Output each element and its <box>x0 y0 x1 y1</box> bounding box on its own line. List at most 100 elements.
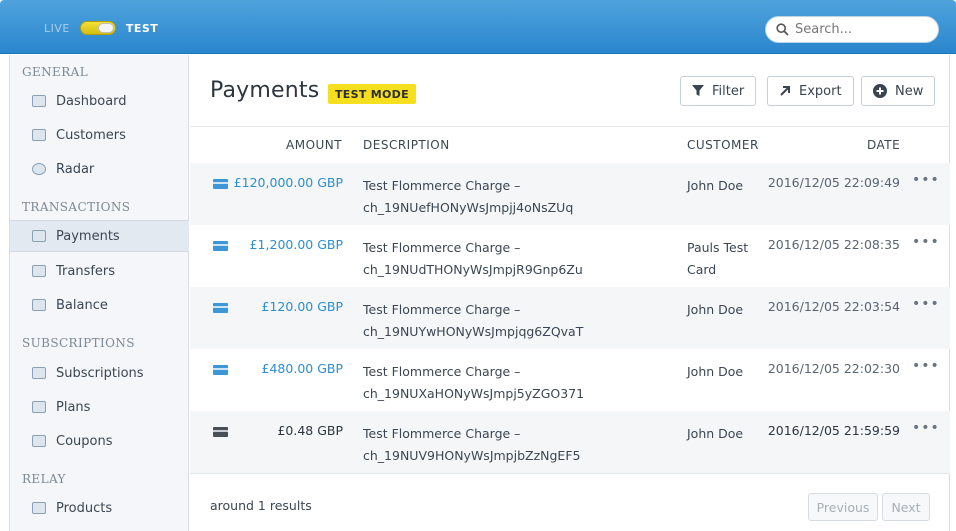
switch-knob <box>97 23 114 33</box>
description-text: Test Flommerce Charge – <box>363 178 521 193</box>
sidebar: GENERAL Dashboard Customers Radar TRANSA… <box>9 55 189 531</box>
live-label: LIVE <box>44 21 70 35</box>
sidebar-item-label: Radar <box>56 161 95 177</box>
date: 2016/12/05 22:02:30 <box>767 361 900 376</box>
payments-icon <box>32 230 46 242</box>
date: 2016/12/05 22:08:35 <box>767 237 900 252</box>
sidebar-item-label: Payments <box>56 228 120 244</box>
table-row[interactable]: £0.48 GBP Test Flommerce Charge – ch_19NU… <box>190 411 950 473</box>
customer: John Doe <box>687 426 744 441</box>
sidebar-item-transfers[interactable]: Transfers <box>10 255 189 287</box>
radar-icon <box>32 163 46 175</box>
header-divider <box>190 126 950 127</box>
charge-id: ch_19NUV9HONyWsJmpjbZzNgEF5 <box>363 448 581 463</box>
table-row[interactable]: £120.00 GBP Test Flommerce Charge – ch_19… <box>190 287 950 349</box>
export-label: Export <box>799 83 842 99</box>
section-heading-relay: RELAY <box>22 472 66 486</box>
mode-switch[interactable] <box>79 21 116 35</box>
balance-icon <box>32 299 46 311</box>
card-icon <box>213 365 228 375</box>
customer: John Doe <box>687 364 744 379</box>
table-row[interactable]: £120,000.00 GBP Test Flommerce Charge – c… <box>190 163 950 225</box>
sidebar-item-plans[interactable]: Plans <box>10 391 189 423</box>
live-test-toggle[interactable]: LIVE TEST <box>44 21 158 35</box>
sidebar-item-coupons[interactable]: Coupons <box>10 425 189 457</box>
description-text: Test Flommerce Charge – <box>363 240 521 255</box>
customer: John Doe <box>687 178 744 193</box>
filter-button[interactable]: Filter <box>680 76 757 106</box>
transfers-icon <box>32 265 46 277</box>
description-text: Test Flommerce Charge – <box>363 364 521 379</box>
plans-icon <box>32 401 46 413</box>
description: Test Flommerce Charge – ch_19NUefHONyWsJm… <box>363 175 663 219</box>
test-label: TEST <box>125 21 159 35</box>
table-row[interactable]: £1,200.00 GBP Test Flommerce Charge – ch_… <box>190 225 950 287</box>
sidebar-item-label: Plans <box>56 399 91 415</box>
sidebar-item-label: Customers <box>56 127 126 143</box>
sidebar-item-label: Products <box>56 500 113 516</box>
card-icon <box>213 241 228 251</box>
section-heading-subscriptions: SUBSCRIPTIONS <box>22 336 135 350</box>
export-arrow-icon <box>780 86 790 96</box>
top-bar: LIVE TEST <box>0 0 956 54</box>
new-label: New <box>895 83 924 99</box>
description: Test Flommerce Charge – ch_19NUXaHONyWsJm… <box>363 361 663 405</box>
sidebar-item-label: Coupons <box>56 433 113 449</box>
card-icon <box>213 427 228 437</box>
search-input[interactable] <box>795 22 935 37</box>
sidebar-item-products[interactable]: Products <box>10 492 189 524</box>
column-header-description: DESCRIPTION <box>363 138 450 152</box>
new-button[interactable]: New <box>861 76 936 106</box>
sidebar-item-dashboard[interactable]: Dashboard <box>10 85 189 117</box>
date: 2016/12/05 22:03:54 <box>767 299 900 314</box>
filter-label: Filter <box>712 83 745 99</box>
charge-id: ch_19NUefHONyWsJmpjj4oNsZUq <box>363 200 574 215</box>
customer: Pauls Test Card <box>687 240 749 277</box>
amount[interactable]: £480.00 GBP <box>262 361 343 376</box>
search-icon <box>776 23 789 36</box>
more-options-icon[interactable]: ••• <box>912 358 940 374</box>
dashboard-icon <box>32 95 46 107</box>
description: Test Flommerce Charge – ch_19NUV9HONyWsJm… <box>363 423 663 467</box>
column-header-date: DATE <box>867 138 901 152</box>
next-page-button[interactable]: Next <box>882 493 930 521</box>
footer-divider <box>190 473 950 474</box>
date: 2016/12/05 22:09:49 <box>767 175 900 190</box>
sidebar-item-subscriptions[interactable]: Subscriptions <box>10 357 189 389</box>
table-row[interactable]: £480.00 GBP Test Flommerce Charge – ch_19… <box>190 349 950 411</box>
more-options-icon[interactable]: ••• <box>912 234 940 250</box>
sidebar-item-label: Transfers <box>56 263 116 279</box>
sidebar-item-label: Subscriptions <box>56 365 144 381</box>
charge-id: ch_19NUYwHONyWsJmpjqg6ZQvaT <box>363 324 584 339</box>
export-button[interactable]: Export <box>767 76 854 106</box>
amount[interactable]: £0.48 GBP <box>277 423 343 438</box>
sidebar-item-balance[interactable]: Balance <box>10 289 189 321</box>
amount[interactable]: £120.00 GBP <box>262 299 343 314</box>
test-mode-badge: TEST MODE <box>328 84 416 104</box>
section-heading-transactions: TRANSACTIONS <box>22 200 131 214</box>
description: Test Flommerce Charge – ch_19NUdTHONyWsJm… <box>363 237 663 281</box>
more-options-icon[interactable]: ••• <box>912 296 940 312</box>
more-options-icon[interactable]: ••• <box>912 420 940 436</box>
sidebar-item-label: Balance <box>56 297 108 313</box>
card-icon <box>213 303 228 313</box>
sidebar-item-radar[interactable]: Radar <box>10 153 189 185</box>
date: 2016/12/05 21:59:59 <box>767 423 900 438</box>
amount[interactable]: £120,000.00 GBP <box>234 175 343 190</box>
results-count: around 1 results <box>210 498 312 513</box>
section-heading-general: GENERAL <box>22 65 89 79</box>
sidebar-item-payments[interactable]: Payments <box>10 220 189 252</box>
search-box[interactable] <box>765 16 939 43</box>
amount[interactable]: £1,200.00 GBP <box>250 237 343 252</box>
page-title: Payments <box>210 78 320 103</box>
charge-id: ch_19NUXaHONyWsJmpj5yZGO371 <box>363 386 585 401</box>
plus-circle-icon <box>873 84 887 98</box>
description-text: Test Flommerce Charge – <box>363 426 521 441</box>
customers-icon <box>32 129 46 141</box>
sidebar-item-customers[interactable]: Customers <box>10 119 189 151</box>
previous-page-button[interactable]: Previous <box>808 493 878 521</box>
card-icon <box>213 179 228 189</box>
more-options-icon[interactable]: ••• <box>912 172 940 188</box>
description: Test Flommerce Charge – ch_19NUYwHONyWsJm… <box>363 299 663 343</box>
column-header-amount: AMOUNT <box>286 138 343 152</box>
